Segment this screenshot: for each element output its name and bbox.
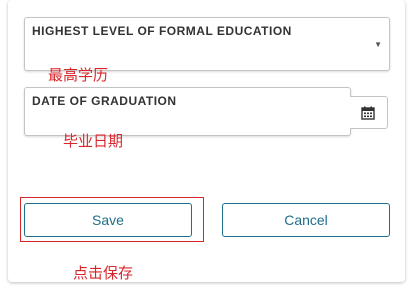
- graduation-label: DATE OF GRADUATION: [32, 94, 177, 108]
- calendar-button[interactable]: [350, 96, 388, 129]
- save-button[interactable]: Save: [24, 203, 192, 237]
- cancel-button[interactable]: Cancel: [222, 203, 390, 237]
- graduation-date-field[interactable]: DATE OF GRADUATION: [24, 87, 351, 136]
- education-label: HIGHEST LEVEL OF FORMAL EDUCATION: [32, 24, 292, 38]
- education-annotation: 最高学历: [48, 66, 109, 84]
- calendar-icon[interactable]: [361, 106, 375, 120]
- save-annotation: 点击保存: [73, 264, 134, 282]
- chevron-down-icon[interactable]: ▼: [374, 40, 382, 49]
- education-select[interactable]: HIGHEST LEVEL OF FORMAL EDUCATION ▼: [24, 17, 390, 71]
- graduation-annotation: 毕业日期: [63, 132, 124, 150]
